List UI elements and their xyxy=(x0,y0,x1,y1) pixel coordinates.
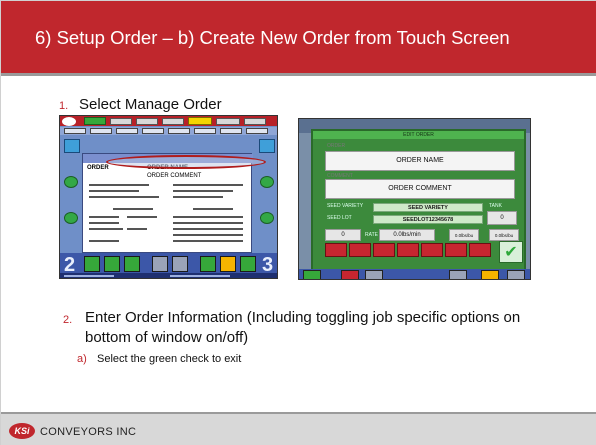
tank-label: TANK xyxy=(489,203,502,209)
status-indicator-yellow xyxy=(188,117,212,125)
bottom-tile xyxy=(240,256,256,272)
top-tab xyxy=(244,118,266,125)
job-option-toggle[interactable] xyxy=(373,243,395,257)
seed-variety-field[interactable]: SEED VARIETY xyxy=(373,203,483,212)
side-button xyxy=(259,139,275,153)
step-1-text: Select Manage Order xyxy=(79,96,222,113)
toolbar-button xyxy=(246,128,268,134)
order-label: ORDER xyxy=(87,165,109,171)
bottom-tile xyxy=(152,256,168,272)
bottom-tile xyxy=(200,256,216,272)
seed-variety-label: SEED VARIETY xyxy=(327,203,364,209)
bottom-tile xyxy=(341,270,359,279)
dialog-title: EDIT ORDER xyxy=(313,131,524,139)
rate-field-a[interactable]: 0.0lbs/bu xyxy=(449,229,479,241)
top-tab xyxy=(162,118,184,125)
bottom-tile xyxy=(104,256,120,272)
order-field-label: ORDER xyxy=(327,143,346,149)
ksi-logo-icon xyxy=(62,117,76,126)
step-1-number: 1. xyxy=(59,100,69,112)
green-round-button xyxy=(260,176,274,188)
rate-field[interactable]: 0.0lbs/min xyxy=(379,229,435,241)
job-option-toggle[interactable] xyxy=(469,243,491,257)
job-option-toggle[interactable] xyxy=(325,243,347,257)
edit-order-dialog: EDIT ORDER ORDER ORDER NAME COMMENT ORDE… xyxy=(311,129,526,274)
tank-field[interactable]: 0 xyxy=(487,211,517,225)
seed-lot-label: SEED LOT xyxy=(327,215,352,221)
job-option-toggle[interactable] xyxy=(397,243,419,257)
top-tab xyxy=(136,118,158,125)
bottom-tile xyxy=(365,270,383,279)
rate-field-b[interactable]: 0.0lbs/bu xyxy=(489,229,519,241)
job-option-toggle[interactable] xyxy=(421,243,443,257)
job-option-toggle[interactable] xyxy=(445,243,467,257)
title-bar: 6) Setup Order – b) Create New Order fro… xyxy=(1,1,596,73)
seed-lot-field[interactable]: SEEDLOT12345678 xyxy=(373,215,483,224)
side-button xyxy=(64,139,80,153)
count-field[interactable]: 0 xyxy=(325,229,361,241)
bottom-tile xyxy=(507,270,525,279)
ksi-logo-icon: KSi xyxy=(9,423,35,439)
substep-a-letter: a) xyxy=(77,353,87,365)
slide: 6) Setup Order – b) Create New Order fro… xyxy=(0,0,596,445)
edit-order-screenshot: EDIT ORDER ORDER ORDER NAME COMMENT ORDE… xyxy=(298,118,531,280)
toolbar-button xyxy=(90,128,112,134)
toolbar-button xyxy=(142,128,164,134)
slide-title: 6) Setup Order – b) Create New Order fro… xyxy=(35,27,510,48)
bottom-tile xyxy=(84,256,100,272)
step-2: 2. Enter Order Information (Including to… xyxy=(63,308,553,348)
green-round-button xyxy=(64,176,78,188)
step-1: 1. Select Manage Order xyxy=(59,96,222,113)
job-option-toggle[interactable] xyxy=(349,243,371,257)
toolbar-button xyxy=(168,128,190,134)
toolbar-button xyxy=(64,128,86,134)
toolbar-button xyxy=(116,128,138,134)
step-2-text: Enter Order Information (Including toggl… xyxy=(85,309,521,346)
order-name-field[interactable]: ORDER NAME xyxy=(325,151,515,171)
rate-label: RATE xyxy=(365,232,378,238)
confirm-check-icon[interactable]: ✔ xyxy=(499,241,523,263)
manage-order-screenshot: ORDER ORDER NAME ORDER COMMENT 2 xyxy=(59,115,278,279)
bottom-tile xyxy=(303,270,321,279)
toolbar-button xyxy=(220,128,242,134)
bottom-tile xyxy=(220,256,236,272)
bottom-tile xyxy=(124,256,140,272)
manage-order-highlight[interactable] xyxy=(106,155,266,169)
green-round-button xyxy=(260,212,274,224)
toolbar-button xyxy=(194,128,216,134)
bottom-tile xyxy=(481,270,499,279)
step-2-number: 2. xyxy=(63,314,73,326)
substep-a-text: Select the green check to exit xyxy=(97,353,242,365)
top-tab xyxy=(216,118,240,125)
substep-a: a) Select the green check to exit xyxy=(77,353,241,365)
brand-name: CONVEYORS INC xyxy=(40,426,137,438)
bottom-tile xyxy=(172,256,188,272)
bottom-tile xyxy=(449,270,467,279)
green-round-button xyxy=(64,212,78,224)
top-tab xyxy=(110,118,132,125)
status-indicator-green xyxy=(84,117,106,125)
order-comment: ORDER COMMENT xyxy=(147,173,202,179)
order-comment-field[interactable]: ORDER COMMENT xyxy=(325,179,515,199)
